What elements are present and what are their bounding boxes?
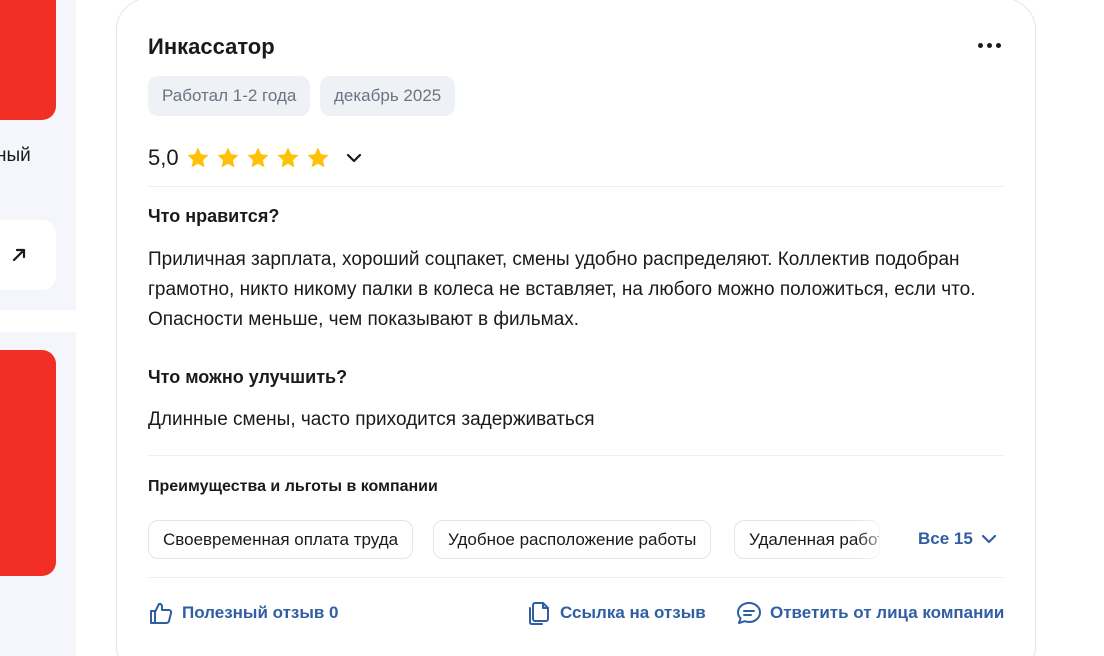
star-icon	[247, 147, 269, 168]
review-link-button[interactable]: Ссылка на отзыв	[526, 600, 706, 626]
star-icon	[187, 147, 209, 168]
rating-value: 5,0	[148, 145, 179, 170]
pros-text: Приличная зарплата, хороший соцпакет, см…	[148, 249, 976, 330]
chip-fade-overlay	[858, 520, 898, 560]
thumbs-up-icon	[150, 602, 173, 624]
tag-review-date: декабрь 2025	[320, 76, 456, 116]
benefit-chip: Удобное расположение работы	[433, 520, 712, 559]
benefits-all-label: Все 15	[918, 529, 973, 548]
sidebar-gap	[0, 310, 76, 332]
promo-banner-bottom[interactable]	[0, 350, 56, 576]
benefit-chip: Своевременная оплата труда	[148, 520, 414, 559]
divider	[148, 577, 1004, 578]
pros-heading: Что нравится?	[148, 206, 280, 226]
tag-work-duration: Работал 1-2 года	[148, 76, 311, 116]
star-icon	[217, 147, 239, 168]
review-title: Инкассатор	[148, 34, 275, 59]
dot-icon	[995, 42, 1001, 48]
cons-heading: Что можно улучшить?	[148, 367, 348, 387]
divider	[148, 186, 1004, 187]
copy-link-icon	[529, 602, 549, 625]
dot-icon	[977, 42, 983, 48]
dot-icon	[986, 42, 992, 48]
more-options-button[interactable]	[972, 36, 1006, 54]
chevron-down-icon[interactable]	[344, 150, 364, 166]
reply-as-company-label: Ответить от лица компании	[770, 603, 1005, 622]
helpful-review-label: Полезный отзыв 0	[182, 603, 339, 622]
helpful-review-button[interactable]: Полезный отзыв 0	[148, 600, 339, 626]
promo-banner-top[interactable]	[0, 0, 56, 120]
review-link-label: Ссылка на отзыв	[560, 603, 706, 622]
chat-bubble-icon	[737, 602, 761, 624]
benefits-all-button[interactable]: Все 15	[918, 529, 997, 549]
star-icon	[307, 147, 329, 168]
sidebar-link-card[interactable]	[0, 220, 56, 290]
star-icon	[277, 147, 299, 168]
cons-text: Длинные смены, часто приходится задержив…	[148, 409, 595, 430]
rating-stars	[186, 146, 330, 170]
divider	[148, 455, 1004, 456]
benefits-heading: Преимущества и льготы в компании	[148, 478, 438, 495]
chevron-down-icon	[981, 534, 996, 544]
arrow-up-right-icon[interactable]	[10, 246, 28, 264]
reply-as-company-button[interactable]: Ответить от лица компании	[736, 600, 1004, 626]
sidebar-partial-text: ный	[0, 145, 31, 166]
